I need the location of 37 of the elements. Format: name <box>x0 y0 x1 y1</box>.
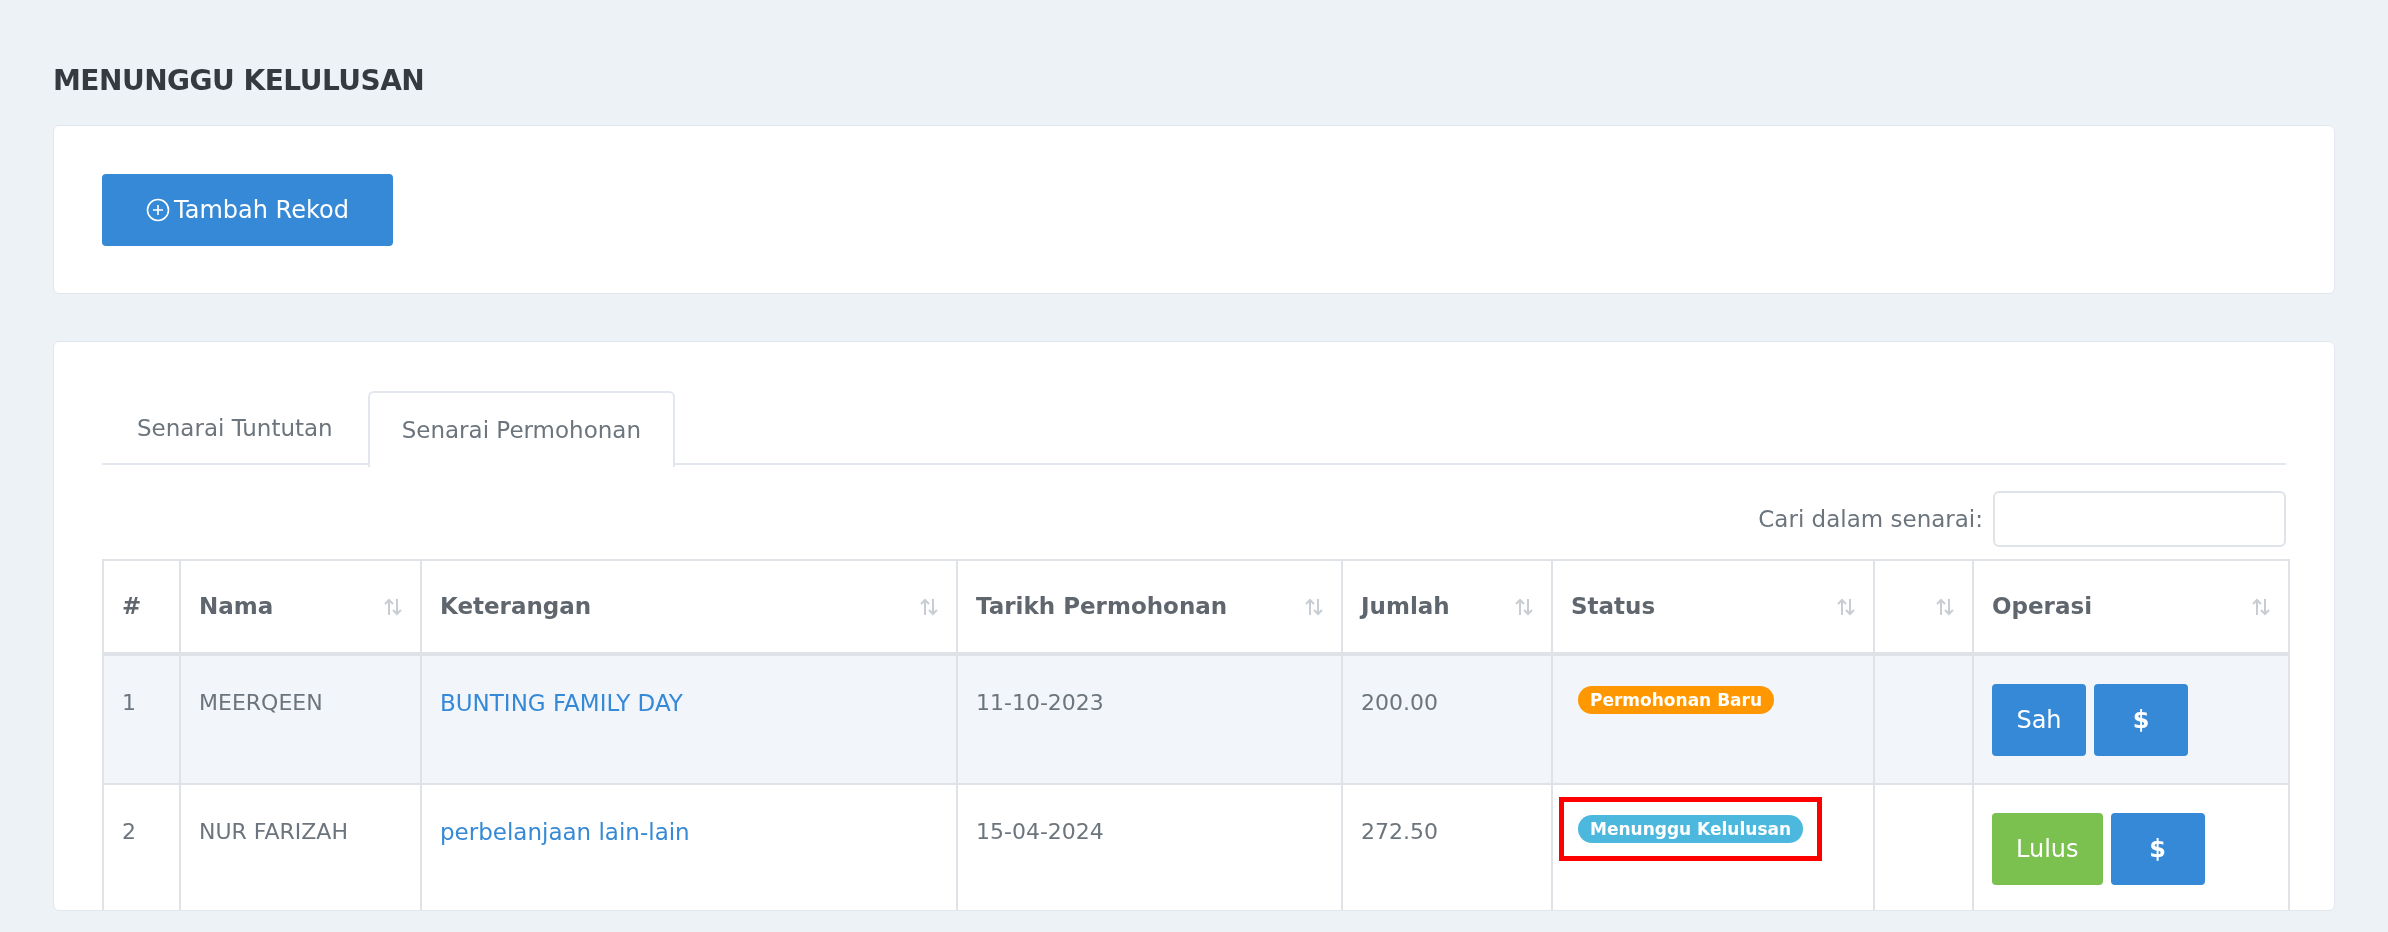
sort-icon[interactable] <box>384 596 402 617</box>
search-label: Cari dalam senarai: <box>1758 504 1983 534</box>
column-header: Keterangan <box>440 592 592 622</box>
column-header: Jumlah <box>1361 592 1450 622</box>
sort-icon[interactable] <box>1305 596 1323 617</box>
amount-text: 272.50 <box>1361 819 1438 844</box>
description-link[interactable]: perbelanjaan lain-lain <box>440 819 690 845</box>
action-button[interactable]: Lulus <box>1992 813 2103 885</box>
row-number: 1 <box>122 690 136 715</box>
payment-button[interactable]: $ <box>2110 813 2205 885</box>
column-header: Tarikh Permohonan <box>976 592 1228 622</box>
name-text: NUR FARIZAH <box>199 819 348 844</box>
tab[interactable]: Senarai Permohonan <box>367 391 675 467</box>
row-number: 2 <box>122 819 136 844</box>
sort-icon[interactable] <box>2252 596 2270 617</box>
name-text: MEERQEEN <box>199 690 323 715</box>
status-badge: Menunggu Kelulusan <box>1578 815 1804 843</box>
sort-icon[interactable] <box>1837 596 1855 617</box>
page-title: MENUNGGU KELULUSAN <box>53 63 426 99</box>
search-field[interactable] <box>1993 491 2286 547</box>
amount-text: 200.00 <box>1361 690 1438 715</box>
sort-icon[interactable] <box>1936 596 1954 617</box>
description-link[interactable]: BUNTING FAMILY DAY <box>440 690 683 716</box>
column-header: # <box>122 592 142 622</box>
sort-icon[interactable] <box>920 596 938 617</box>
date-text: 15-04-2024 <box>976 819 1104 844</box>
column-header: Status <box>1571 592 1656 622</box>
add-record-button[interactable]: Tambah Rekod <box>102 174 393 246</box>
tab[interactable]: Senarai Tuntutan <box>102 391 368 465</box>
action-button[interactable]: Sah <box>1992 684 2086 756</box>
payment-button[interactable]: $ <box>2094 684 2188 756</box>
plus-circle-icon <box>146 198 171 222</box>
column-header: Operasi <box>1992 592 2093 622</box>
date-text: 11-10-2023 <box>976 690 1104 715</box>
column-header: Nama <box>199 592 274 622</box>
sort-icon[interactable] <box>1515 596 1533 617</box>
status-badge: Permohonan Baru <box>1578 686 1775 714</box>
